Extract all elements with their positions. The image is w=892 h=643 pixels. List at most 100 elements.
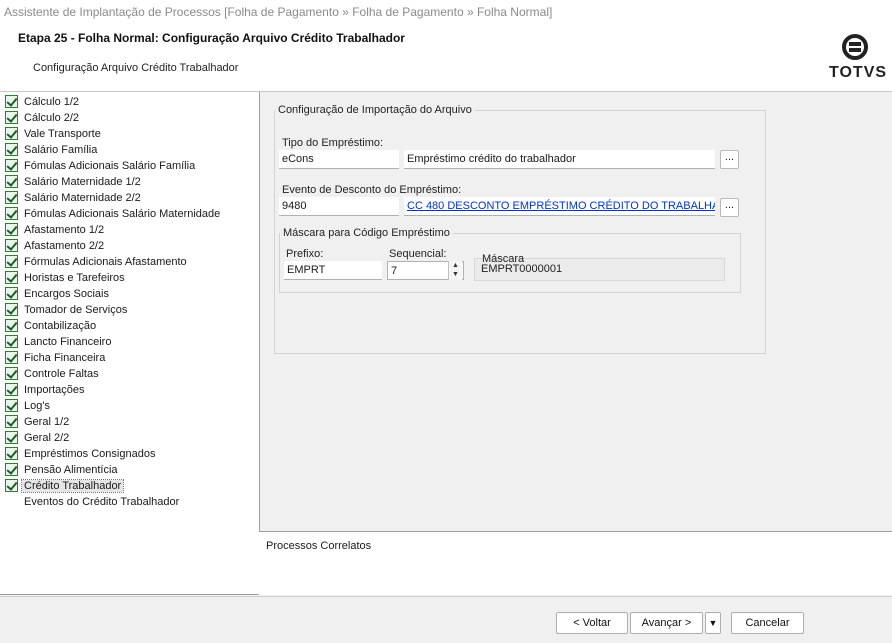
checkmark-icon	[5, 351, 18, 364]
step-item-label: Horistas e Tarefeiros	[24, 272, 125, 284]
step-item[interactable]: Pensão Alimentícia	[0, 462, 259, 478]
step-item-label: Pensão Alimentícia	[24, 464, 118, 476]
checkmark-icon	[5, 127, 18, 140]
step-item-label: Controle Faltas	[24, 368, 99, 380]
step-item-label: Geral 1/2	[24, 416, 70, 428]
checkmark-icon	[5, 287, 18, 300]
discount-event-lookup-button[interactable]: ...	[720, 198, 739, 217]
step-item[interactable]: Importações	[0, 382, 259, 398]
step-item[interactable]: Empréstimos Consignados	[0, 446, 259, 462]
step-item[interactable]: Cálculo 1/2	[0, 94, 259, 110]
step-item[interactable]: Ficha Financeira	[0, 350, 259, 366]
step-item[interactable]: Afastamento 1/2	[0, 222, 259, 238]
import-config-group-title: Configuração de Importação do Arquivo	[278, 104, 472, 116]
step-item[interactable]: Fómulas Adicionais Salário Família	[0, 158, 259, 174]
logo-text: TOTVS	[829, 64, 888, 81]
step-item-label: Crédito Trabalhador	[20, 479, 125, 493]
discount-event-description-link[interactable]: CC 480 DESCONTO EMPRÉSTIMO CRÉDITO DO TR…	[404, 197, 715, 216]
checkmark-icon	[5, 95, 18, 108]
sequence-spinner[interactable]: ▲ ▼	[448, 261, 462, 280]
totvs-logo: TOTVS	[826, 34, 886, 84]
checkmark-icon	[5, 463, 18, 476]
checkmark-icon	[5, 415, 18, 428]
totvs-logo-icon	[842, 34, 868, 60]
steps-tree: Cálculo 1/2 Cálculo 2/2 Vale Transporte Sal…	[0, 92, 259, 510]
checkmark-icon	[5, 431, 18, 444]
spin-down-icon[interactable]: ▼	[449, 270, 462, 279]
related-processes-panel: Processos Correlatos	[259, 531, 892, 595]
step-item[interactable]: Geral 2/2	[0, 430, 259, 446]
step-item-label: Log's	[24, 400, 50, 412]
spin-up-icon[interactable]: ▲	[449, 261, 462, 270]
checkmark-icon	[5, 447, 18, 460]
next-button[interactable]: Avançar >	[630, 612, 703, 634]
step-item[interactable]: Tomador de Serviços	[0, 302, 259, 318]
step-item-label: Afastamento 1/2	[24, 224, 105, 236]
step-item[interactable]: Salário Maternidade 1/2	[0, 174, 259, 190]
config-panel: Configuração de Importação do Arquivo Ti…	[261, 92, 892, 530]
back-button[interactable]: < Voltar	[556, 612, 628, 634]
loan-type-code-input[interactable]: eCons	[279, 150, 399, 169]
step-item-label: Cálculo 2/2	[24, 112, 80, 124]
discount-event-label: Evento de Desconto do Empréstimo:	[282, 184, 462, 196]
step-item-label: Empréstimos Consignados	[24, 448, 156, 460]
step-item[interactable]: Crédito Trabalhador	[0, 478, 259, 494]
step-item-label: Eventos do Crédito Trabalhador	[24, 496, 180, 508]
mask-preview-value: EMPRT0000001	[481, 263, 563, 275]
step-item-label: Afastamento 2/2	[24, 240, 105, 252]
step-item[interactable]: Log's	[0, 398, 259, 414]
step-item[interactable]: Salário Família	[0, 142, 259, 158]
step-item-label: Geral 2/2	[24, 432, 70, 444]
checkmark-icon	[5, 175, 18, 188]
step-subtitle: Configuração Arquivo Crédito Trabalhador	[33, 62, 239, 74]
step-item[interactable]: Encargos Sociais	[0, 286, 259, 302]
checkmark-icon	[5, 271, 18, 284]
step-item-label: Lancto Financeiro	[24, 336, 112, 348]
checkmark-icon	[5, 191, 18, 204]
discount-event-code-input[interactable]: 9480	[279, 197, 399, 216]
step-item[interactable]: Salário Maternidade 2/2	[0, 190, 259, 206]
checkmark-icon	[5, 143, 18, 156]
related-processes-label: Processos Correlatos	[266, 540, 372, 552]
cancel-button[interactable]: Cancelar	[731, 612, 804, 634]
step-title: Etapa 25 - Folha Normal: Configuração Ar…	[18, 31, 405, 45]
loan-type-label: Tipo do Empréstimo:	[282, 137, 384, 149]
mask-group-title: Máscara para Código Empréstimo	[283, 227, 450, 239]
step-item-label: Tomador de Serviços	[24, 304, 128, 316]
checkmark-icon	[5, 255, 18, 268]
checkmark-icon	[5, 383, 18, 396]
checkmark-icon	[5, 335, 18, 348]
step-item-label: Fórmulas Adicionais Afastamento	[24, 256, 187, 268]
loan-type-lookup-button[interactable]: ...	[720, 150, 739, 169]
checkmark-icon	[5, 367, 18, 380]
window-title: Assistente de Implantação de Processos […	[0, 0, 892, 24]
step-item-label: Importações	[24, 384, 85, 396]
step-item[interactable]: Cálculo 2/2	[0, 110, 259, 126]
step-item[interactable]: Controle Faltas	[0, 366, 259, 382]
step-item-label: Encargos Sociais	[24, 288, 109, 300]
step-item[interactable]: Fórmulas Adicionais Afastamento	[0, 254, 259, 270]
step-item-label: Vale Transporte	[24, 128, 101, 140]
step-item[interactable]: Geral 1/2	[0, 414, 259, 430]
checkmark-icon	[5, 239, 18, 252]
checkmark-icon	[5, 207, 18, 220]
step-item-label: Ficha Financeira	[24, 352, 106, 364]
wizard-footer: < Voltar Avançar > ▼ Cancelar	[0, 596, 892, 643]
step-item[interactable]: Eventos do Crédito Trabalhador	[0, 494, 259, 510]
checkmark-icon	[5, 479, 18, 492]
step-item[interactable]: Contabilização	[0, 318, 259, 334]
checkmark-icon	[5, 159, 18, 172]
step-item-label: Salário Família	[24, 144, 98, 156]
step-item[interactable]: Lancto Financeiro	[0, 334, 259, 350]
checkmark-icon	[5, 111, 18, 124]
step-item[interactable]: Horistas e Tarefeiros	[0, 270, 259, 286]
steps-tree-panel: Cálculo 1/2 Cálculo 2/2 Vale Transporte Sal…	[0, 92, 260, 595]
checkmark-icon	[5, 319, 18, 332]
step-item[interactable]: Afastamento 2/2	[0, 238, 259, 254]
step-item-label: Fómulas Adicionais Salário Maternidade	[24, 208, 221, 220]
next-dropdown-button[interactable]: ▼	[705, 612, 721, 634]
step-item[interactable]: Fómulas Adicionais Salário Maternidade	[0, 206, 259, 222]
prefix-input[interactable]: EMPRT	[284, 261, 382, 280]
step-item[interactable]: Vale Transporte	[0, 126, 259, 142]
checkmark-icon	[5, 223, 18, 236]
